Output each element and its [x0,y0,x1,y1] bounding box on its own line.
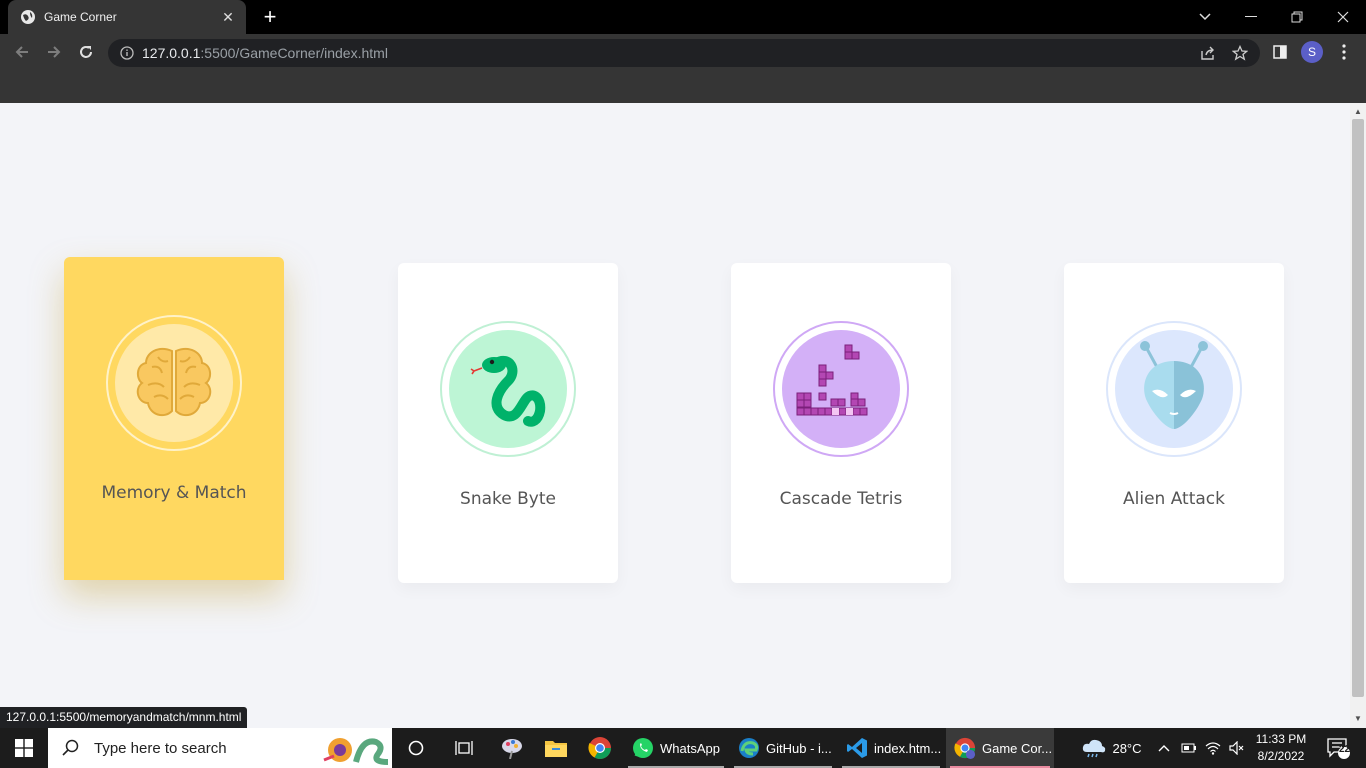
brain-icon-frame [106,315,242,451]
address-bar[interactable]: 127.0.0.1:5500/GameCorner/index.html [108,39,1260,67]
url-text: 127.0.0.1:5500/GameCorner/index.html [142,45,388,61]
taskbar-app-vscode[interactable]: index.htm... [838,728,944,768]
reload-button[interactable] [74,40,98,64]
globe-icon [21,10,35,24]
tetris-blocks-icon [796,344,868,416]
close-tab-icon[interactable]: ✕ [220,9,236,26]
chrome-profile-icon [954,737,976,759]
brain-icon [136,347,212,417]
snake-icon-frame [440,321,576,457]
tab-strip: Game Corner ✕ + [0,0,1366,34]
browser-toolbar: 127.0.0.1:5500/GameCorner/index.html S [0,34,1366,70]
weather-temperature[interactable]: 28°C [1110,728,1144,768]
scroll-thumb[interactable] [1352,119,1364,697]
notifications-icon[interactable]: 22 [1318,728,1358,768]
close-window-button[interactable] [1320,0,1366,34]
battery-icon[interactable] [1178,728,1200,768]
edge-icon [738,737,760,759]
tab-search-icon[interactable] [1182,0,1228,34]
notification-count: 22 [1339,744,1351,755]
task-view-icon[interactable] [446,728,482,768]
alien-icon [1140,341,1208,429]
whatsapp-icon [632,737,654,759]
game-card-snake-byte[interactable]: Snake Byte [398,263,618,583]
wifi-icon[interactable] [1202,728,1224,768]
taskbar-search[interactable]: Type here to search [48,728,392,768]
browser-tab[interactable]: Game Corner ✕ [8,0,246,34]
search-highlight-illustration-icon [323,738,389,765]
taskbar-app-chrome-game-corner[interactable]: Game Cor... [946,728,1054,768]
forward-button[interactable] [42,40,66,64]
status-bubble: 127.0.0.1:5500/memoryandmatch/mnm.html [0,707,248,728]
alien-icon-frame [1106,321,1242,457]
share-icon[interactable] [1198,43,1218,63]
windows-logo-icon [15,739,33,757]
game-title: Memory & Match [101,483,247,503]
bookmarks-bar [0,70,1366,103]
game-card-cascade-tetris[interactable]: Cascade Tetris [731,263,951,583]
tetris-icon-frame [773,321,909,457]
scroll-up-arrow[interactable]: ▲ [1350,105,1366,119]
game-title: Snake Byte [460,489,556,509]
scroll-down-arrow[interactable]: ▼ [1350,712,1366,726]
weather-cloud-icon[interactable] [1076,728,1112,768]
vscode-icon [846,737,868,759]
start-button[interactable] [0,728,48,768]
windows-taskbar: Type here to search WhatsApp GitHub - i.… [0,728,1366,768]
info-icon[interactable] [120,46,134,60]
restore-button[interactable] [1274,0,1320,34]
new-tab-button[interactable]: + [258,4,282,30]
game-card-alien-attack[interactable]: Alien Attack [1064,263,1284,583]
menu-icon[interactable] [1332,40,1356,64]
file-explorer-icon[interactable] [538,728,574,768]
search-icon [62,739,79,756]
chevron-up-icon[interactable] [1154,728,1174,768]
game-title: Cascade Tetris [779,489,903,509]
minimize-button[interactable] [1228,0,1274,34]
volume-muted-icon[interactable] [1226,728,1248,768]
taskbar-app-github-edge[interactable]: GitHub - i... [730,728,836,768]
taskbar-clock[interactable]: 11:33 PM 8/2/2022 [1250,731,1312,765]
game-card-memory-match[interactable]: Memory & Match [64,257,284,580]
chrome-app-icon[interactable] [582,728,618,768]
page-content: Memory & Match Snake Byte Cascade Tetris… [0,103,1350,728]
cortana-icon[interactable] [398,728,434,768]
tab-title: Game Corner [44,10,117,24]
snake-icon [470,356,546,427]
taskbar-app-whatsapp[interactable]: WhatsApp [624,728,728,768]
game-title: Alien Attack [1123,489,1225,509]
profile-avatar[interactable]: S [1300,40,1324,64]
side-panel-icon[interactable] [1268,40,1292,64]
paint-app-icon[interactable] [494,728,530,768]
bookmark-star-icon[interactable] [1230,43,1250,63]
vertical-scrollbar[interactable]: ▲ ▼ [1350,103,1366,728]
back-button[interactable] [10,40,34,64]
